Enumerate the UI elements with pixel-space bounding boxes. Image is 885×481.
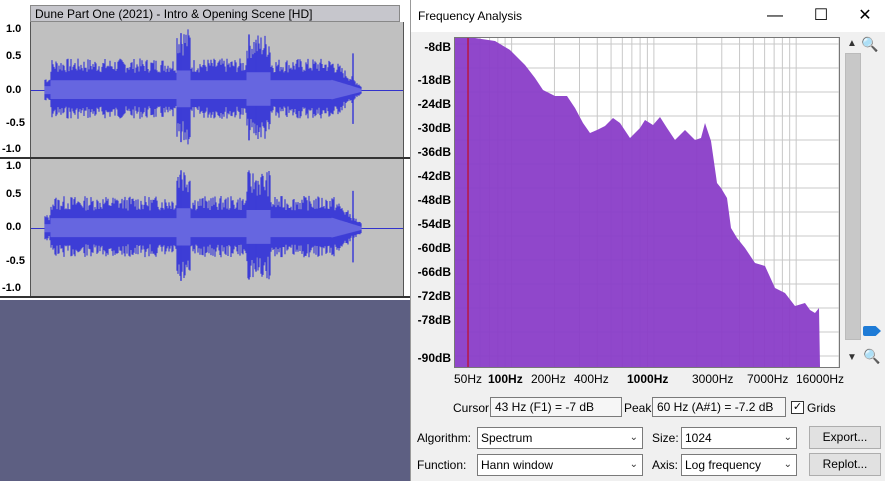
waveform-channel-right[interactable] [30, 159, 404, 296]
ruler-label: 1.0 [6, 160, 22, 172]
size-label: Size: [652, 431, 679, 445]
peak-value-field: 60 Hz (A#1) = -7.2 dB [652, 397, 786, 417]
cursor-label: Cursor: [453, 401, 493, 415]
vertical-zoom-slider[interactable] [845, 53, 861, 340]
frequency-analysis-window: Frequency Analysis — ☐ ✕ -8dB -18dB -24dB -… [410, 0, 885, 481]
algorithm-select[interactable]: Spectrum ⌄ [477, 427, 643, 449]
y-axis-label: -24dB [417, 97, 451, 111]
close-button[interactable]: ✕ [850, 4, 880, 28]
audio-track-panel: Dune Part One (2021) - Intro & Opening S… [0, 0, 410, 300]
ruler-label: 0.0 [6, 84, 22, 96]
waveform [31, 170, 403, 281]
vertical-ruler-top: 1.0 0.5 0.0 -0.5 -1.0 [0, 22, 28, 157]
title-bar[interactable]: Frequency Analysis — ☐ ✕ [411, 0, 885, 32]
axis-value: Log frequency [685, 458, 762, 472]
chevron-down-icon[interactable]: ▼ [847, 352, 857, 363]
chevron-down-icon: ⌄ [783, 432, 792, 443]
x-axis-label: 50Hz [454, 372, 483, 386]
maximize-icon: ☐ [813, 7, 829, 24]
slider-thumb[interactable] [863, 326, 881, 336]
x-axis-label: 200Hz [531, 372, 566, 386]
spectrum-fill [455, 38, 820, 367]
vertical-ruler-bottom: 1.0 0.5 0.0 -0.5 -1.0 [0, 159, 28, 296]
maximize-button[interactable]: ☐ [806, 4, 836, 28]
window-title: Frequency Analysis [418, 9, 523, 23]
x-axis-label: 16000Hz [796, 372, 845, 386]
y-axis-label: -66dB [417, 265, 451, 279]
y-axis-label: -8dB [424, 40, 451, 54]
axis-select[interactable]: Log frequency ⌄ [681, 454, 797, 476]
ruler-label: 0.5 [6, 188, 22, 200]
y-axis-label: -48dB [417, 193, 451, 207]
checkmark-icon: ✓ [792, 401, 803, 413]
y-axis-label: -90dB [417, 351, 451, 365]
chevron-down-icon: ⌄ [629, 459, 638, 470]
x-axis-label: 100Hz [488, 372, 523, 386]
size-value: 1024 [685, 431, 712, 445]
size-select[interactable]: 1024 ⌄ [681, 427, 797, 449]
close-icon: ✕ [858, 7, 872, 24]
zoom-out-icon[interactable]: 🔍 [863, 348, 880, 365]
y-axis-label: -72dB [417, 289, 451, 303]
x-axis-label: 7000Hz [747, 372, 789, 386]
y-axis-label: -60dB [417, 241, 451, 255]
spectrum-chart [455, 38, 839, 367]
function-value: Hann window [481, 458, 554, 472]
chevron-down-icon: ⌄ [629, 432, 638, 443]
spectrum-plot[interactable] [454, 37, 840, 368]
function-label: Function: [417, 458, 467, 472]
zoom-in-icon[interactable]: 🔍 [861, 36, 878, 53]
ruler-label: 1.0 [6, 23, 22, 35]
cursor-value-field: 43 Hz (F1) = -7 dB [490, 397, 622, 417]
track-bottom-border [0, 296, 410, 298]
track-title[interactable]: Dune Part One (2021) - Intro & Opening S… [30, 5, 400, 22]
replot-button[interactable]: Replot... [809, 453, 881, 476]
y-axis-label: -36dB [417, 145, 451, 159]
peak-label: Peak: [624, 401, 655, 415]
x-axis-label: 1000Hz [627, 372, 669, 386]
y-axis-label: -78dB [417, 313, 451, 327]
chevron-up-icon[interactable]: ▲ [847, 38, 857, 49]
chevron-down-icon: ⌄ [783, 459, 792, 470]
y-axis-label: -42dB [417, 169, 451, 183]
x-axis-label: 3000Hz [692, 372, 734, 386]
ruler-label: -1.0 [2, 282, 21, 294]
ruler-label: 0.5 [6, 50, 22, 62]
grids-checkbox[interactable]: ✓ [791, 401, 804, 414]
minimize-button[interactable]: — [760, 4, 790, 28]
minimize-icon: — [767, 7, 783, 24]
waveform-channel-left[interactable] [30, 22, 404, 157]
x-axis-label: 400Hz [574, 372, 609, 386]
y-axis-label: -18dB [417, 73, 451, 87]
axis-label: Axis: [652, 458, 679, 472]
ruler-label: 0.0 [6, 221, 22, 233]
ruler-label: -1.0 [2, 143, 21, 155]
algorithm-label: Algorithm: [417, 431, 472, 445]
y-axis-label: -30dB [417, 121, 451, 135]
algorithm-value: Spectrum [481, 431, 533, 445]
grids-label[interactable]: Grids [807, 401, 836, 415]
y-axis-label: -54dB [417, 217, 451, 231]
function-select[interactable]: Hann window ⌄ [477, 454, 643, 476]
waveform [31, 29, 403, 145]
ruler-label: -0.5 [6, 117, 25, 129]
export-button[interactable]: Export... [809, 426, 881, 449]
ruler-label: -0.5 [6, 255, 25, 267]
